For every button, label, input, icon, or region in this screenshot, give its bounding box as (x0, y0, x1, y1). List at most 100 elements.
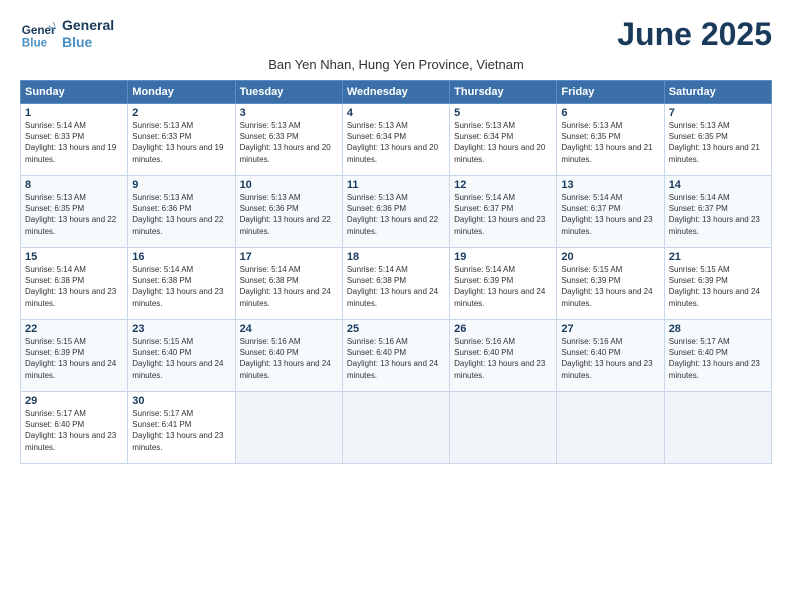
sunrise-label: Sunrise: 5:14 AM (454, 265, 515, 274)
day-number: 25 (347, 323, 445, 335)
sunset-label: Sunset: 6:37 PM (454, 204, 513, 213)
day-number: 19 (454, 251, 552, 263)
sunrise-label: Sunrise: 5:14 AM (669, 193, 730, 202)
sunset-label: Sunset: 6:33 PM (132, 132, 191, 141)
sunrise-label: Sunrise: 5:13 AM (561, 121, 622, 130)
day-number: 28 (669, 323, 767, 335)
daylight-label: Daylight: 13 hours and 24 minutes. (669, 287, 760, 307)
calendar-cell: 5 Sunrise: 5:13 AM Sunset: 6:34 PM Dayli… (450, 104, 557, 176)
daylight-label: Daylight: 13 hours and 22 minutes. (240, 215, 331, 235)
daylight-label: Daylight: 13 hours and 24 minutes. (347, 359, 438, 379)
calendar-cell: 14 Sunrise: 5:14 AM Sunset: 6:37 PM Dayl… (664, 176, 771, 248)
sunrise-label: Sunrise: 5:14 AM (454, 193, 515, 202)
logo-icon: General Blue (20, 16, 56, 52)
sunset-label: Sunset: 6:40 PM (347, 348, 406, 357)
calendar-cell: 3 Sunrise: 5:13 AM Sunset: 6:33 PM Dayli… (235, 104, 342, 176)
sunrise-label: Sunrise: 5:15 AM (561, 265, 622, 274)
sunrise-label: Sunrise: 5:14 AM (240, 265, 301, 274)
day-info: Sunrise: 5:17 AM Sunset: 6:41 PM Dayligh… (132, 408, 230, 453)
sunset-label: Sunset: 6:38 PM (132, 276, 191, 285)
calendar-cell: 21 Sunrise: 5:15 AM Sunset: 6:39 PM Dayl… (664, 248, 771, 320)
day-number: 12 (454, 179, 552, 191)
calendar-week-3: 15 Sunrise: 5:14 AM Sunset: 6:38 PM Dayl… (21, 248, 772, 320)
sunset-label: Sunset: 6:34 PM (454, 132, 513, 141)
day-number: 29 (25, 395, 123, 407)
svg-text:Blue: Blue (22, 37, 48, 50)
calendar-cell: 10 Sunrise: 5:13 AM Sunset: 6:36 PM Dayl… (235, 176, 342, 248)
daylight-label: Daylight: 13 hours and 23 minutes. (561, 359, 652, 379)
col-thursday: Thursday (450, 81, 557, 104)
calendar-cell: 19 Sunrise: 5:14 AM Sunset: 6:39 PM Dayl… (450, 248, 557, 320)
day-info: Sunrise: 5:13 AM Sunset: 6:33 PM Dayligh… (132, 120, 230, 165)
daylight-label: Daylight: 13 hours and 23 minutes. (25, 287, 116, 307)
daylight-label: Daylight: 13 hours and 21 minutes. (669, 143, 760, 163)
daylight-label: Daylight: 13 hours and 24 minutes. (561, 287, 652, 307)
daylight-label: Daylight: 13 hours and 22 minutes. (132, 215, 223, 235)
daylight-label: Daylight: 13 hours and 23 minutes. (454, 215, 545, 235)
calendar-cell-empty (342, 392, 449, 464)
header-row: Sunday Monday Tuesday Wednesday Thursday… (21, 81, 772, 104)
header: General Blue General Blue June 2025 (20, 16, 772, 53)
day-info: Sunrise: 5:16 AM Sunset: 6:40 PM Dayligh… (454, 336, 552, 381)
sunrise-label: Sunrise: 5:14 AM (25, 121, 86, 130)
calendar-cell: 8 Sunrise: 5:13 AM Sunset: 6:35 PM Dayli… (21, 176, 128, 248)
sunset-label: Sunset: 6:40 PM (454, 348, 513, 357)
sunset-label: Sunset: 6:33 PM (240, 132, 299, 141)
sunrise-label: Sunrise: 5:17 AM (132, 409, 193, 418)
daylight-label: Daylight: 13 hours and 24 minutes. (132, 359, 223, 379)
calendar-cell-empty (557, 392, 664, 464)
day-info: Sunrise: 5:15 AM Sunset: 6:39 PM Dayligh… (25, 336, 123, 381)
day-info: Sunrise: 5:15 AM Sunset: 6:39 PM Dayligh… (561, 264, 659, 309)
sunset-label: Sunset: 6:38 PM (25, 276, 84, 285)
day-info: Sunrise: 5:14 AM Sunset: 6:39 PM Dayligh… (454, 264, 552, 309)
calendar-week-1: 1 Sunrise: 5:14 AM Sunset: 6:33 PM Dayli… (21, 104, 772, 176)
sunset-label: Sunset: 6:33 PM (25, 132, 84, 141)
sunrise-label: Sunrise: 5:17 AM (25, 409, 86, 418)
day-number: 2 (132, 107, 230, 119)
daylight-label: Daylight: 13 hours and 24 minutes. (240, 359, 331, 379)
month-title: June 2025 (617, 16, 772, 53)
day-info: Sunrise: 5:13 AM Sunset: 6:35 PM Dayligh… (25, 192, 123, 237)
calendar-cell: 20 Sunrise: 5:15 AM Sunset: 6:39 PM Dayl… (557, 248, 664, 320)
day-info: Sunrise: 5:17 AM Sunset: 6:40 PM Dayligh… (669, 336, 767, 381)
day-number: 14 (669, 179, 767, 191)
day-info: Sunrise: 5:13 AM Sunset: 6:34 PM Dayligh… (347, 120, 445, 165)
calendar-cell: 22 Sunrise: 5:15 AM Sunset: 6:39 PM Dayl… (21, 320, 128, 392)
day-info: Sunrise: 5:13 AM Sunset: 6:36 PM Dayligh… (240, 192, 338, 237)
day-number: 11 (347, 179, 445, 191)
sunrise-label: Sunrise: 5:15 AM (25, 337, 86, 346)
day-info: Sunrise: 5:14 AM Sunset: 6:37 PM Dayligh… (454, 192, 552, 237)
day-number: 10 (240, 179, 338, 191)
sunrise-label: Sunrise: 5:13 AM (240, 193, 301, 202)
sunrise-label: Sunrise: 5:15 AM (132, 337, 193, 346)
day-info: Sunrise: 5:13 AM Sunset: 6:36 PM Dayligh… (347, 192, 445, 237)
svg-text:General: General (22, 24, 56, 37)
calendar-cell: 27 Sunrise: 5:16 AM Sunset: 6:40 PM Dayl… (557, 320, 664, 392)
daylight-label: Daylight: 13 hours and 22 minutes. (25, 215, 116, 235)
sunrise-label: Sunrise: 5:14 AM (561, 193, 622, 202)
calendar-cell: 24 Sunrise: 5:16 AM Sunset: 6:40 PM Dayl… (235, 320, 342, 392)
sunset-label: Sunset: 6:38 PM (347, 276, 406, 285)
day-info: Sunrise: 5:14 AM Sunset: 6:38 PM Dayligh… (347, 264, 445, 309)
daylight-label: Daylight: 13 hours and 23 minutes. (25, 431, 116, 451)
day-number: 27 (561, 323, 659, 335)
daylight-label: Daylight: 13 hours and 22 minutes. (347, 215, 438, 235)
col-monday: Monday (128, 81, 235, 104)
calendar-page: General Blue General Blue June 2025 Ban … (0, 0, 792, 474)
calendar-week-5: 29 Sunrise: 5:17 AM Sunset: 6:40 PM Dayl… (21, 392, 772, 464)
calendar-cell: 26 Sunrise: 5:16 AM Sunset: 6:40 PM Dayl… (450, 320, 557, 392)
day-info: Sunrise: 5:13 AM Sunset: 6:35 PM Dayligh… (561, 120, 659, 165)
daylight-label: Daylight: 13 hours and 23 minutes. (454, 359, 545, 379)
logo-text-block: General Blue (62, 17, 114, 51)
day-info: Sunrise: 5:13 AM Sunset: 6:33 PM Dayligh… (240, 120, 338, 165)
sunset-label: Sunset: 6:36 PM (347, 204, 406, 213)
sunset-label: Sunset: 6:40 PM (25, 420, 84, 429)
calendar-cell: 11 Sunrise: 5:13 AM Sunset: 6:36 PM Dayl… (342, 176, 449, 248)
sunset-label: Sunset: 6:38 PM (240, 276, 299, 285)
daylight-label: Daylight: 13 hours and 24 minutes. (454, 287, 545, 307)
day-number: 13 (561, 179, 659, 191)
day-info: Sunrise: 5:17 AM Sunset: 6:40 PM Dayligh… (25, 408, 123, 453)
sunset-label: Sunset: 6:35 PM (561, 132, 620, 141)
day-number: 26 (454, 323, 552, 335)
sunset-label: Sunset: 6:40 PM (132, 348, 191, 357)
